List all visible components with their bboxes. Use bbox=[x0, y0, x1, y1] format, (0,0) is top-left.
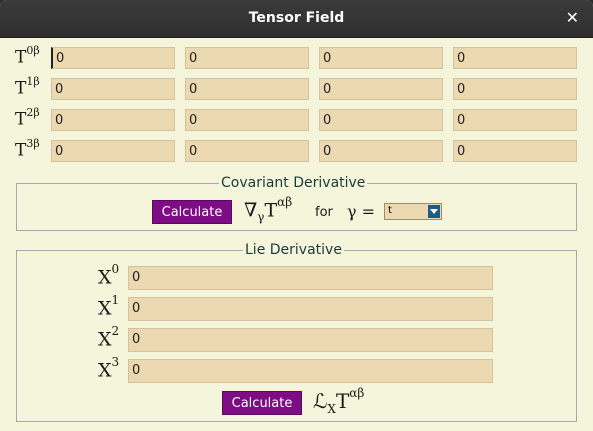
tensor-field-1-0[interactable]: 0 bbox=[51, 78, 175, 100]
vector-field-3[interactable]: 0 bbox=[128, 359, 493, 383]
tensor-field-2-0[interactable]: 0 bbox=[51, 109, 175, 131]
vector-field-2[interactable]: 0 bbox=[128, 328, 493, 352]
tensor-row-label-0: T0β bbox=[15, 44, 40, 68]
lie-calculate-button[interactable]: Calculate bbox=[222, 391, 302, 415]
tensor-field-2-3[interactable]: 0 bbox=[453, 109, 577, 131]
tensor-field-3-0[interactable]: 0 bbox=[51, 140, 175, 162]
tensor-row-label-1: T1β bbox=[15, 75, 40, 99]
tensor-field-2-2[interactable]: 0 bbox=[319, 109, 443, 131]
tensor-field-0-0[interactable]: 0 bbox=[51, 47, 175, 69]
tensor-field-1-3[interactable]: 0 bbox=[453, 78, 577, 100]
vector-label-1: X1 bbox=[98, 293, 120, 320]
vector-label-3: X3 bbox=[98, 355, 120, 382]
tensor-field-0-1[interactable]: 0 bbox=[185, 47, 309, 69]
vector-field-0[interactable]: 0 bbox=[128, 266, 493, 290]
tensor-field-1-2[interactable]: 0 bbox=[319, 78, 443, 100]
tensor-field-2-1[interactable]: 0 bbox=[185, 109, 309, 131]
tensor-field-1-1[interactable]: 0 bbox=[185, 78, 309, 100]
vector-label-0: X0 bbox=[98, 262, 120, 289]
tensor-row-label-3: T3β bbox=[15, 137, 40, 161]
gamma-select-value: t bbox=[388, 205, 392, 216]
vector-field-1[interactable]: 0 bbox=[128, 297, 493, 321]
window-title: Tensor Field bbox=[248, 10, 345, 26]
tensor-field-0-3[interactable]: 0 bbox=[453, 47, 577, 69]
covariant-derivative-legend: Covariant Derivative bbox=[219, 175, 368, 191]
covariant-calculate-button[interactable]: Calculate bbox=[152, 200, 232, 224]
lie-derivative-legend: Lie Derivative bbox=[243, 242, 344, 258]
for-label: for bbox=[315, 205, 333, 220]
tensor-field-window: Tensor Field ✕ T0β 0 0 0 0 T1β 0 0 0 0 T… bbox=[0, 0, 593, 431]
tensor-field-3-2[interactable]: 0 bbox=[319, 140, 443, 162]
tensor-field-3-3[interactable]: 0 bbox=[453, 140, 577, 162]
close-icon[interactable]: ✕ bbox=[566, 8, 579, 27]
tensor-field-0-2[interactable]: 0 bbox=[319, 47, 443, 69]
title-bar[interactable]: Tensor Field ✕ bbox=[0, 0, 593, 38]
tensor-field-3-1[interactable]: 0 bbox=[185, 140, 309, 162]
tensor-row-label-2: T2β bbox=[15, 106, 40, 130]
vector-label-2: X2 bbox=[98, 324, 120, 351]
gamma-equals-label: γ = bbox=[347, 202, 376, 221]
covariant-expression: ∇γTαβ bbox=[244, 195, 293, 225]
chevron-down-icon[interactable] bbox=[428, 205, 440, 218]
lie-expression: ℒXTαβ bbox=[313, 386, 365, 416]
gamma-select[interactable]: t bbox=[384, 203, 442, 220]
